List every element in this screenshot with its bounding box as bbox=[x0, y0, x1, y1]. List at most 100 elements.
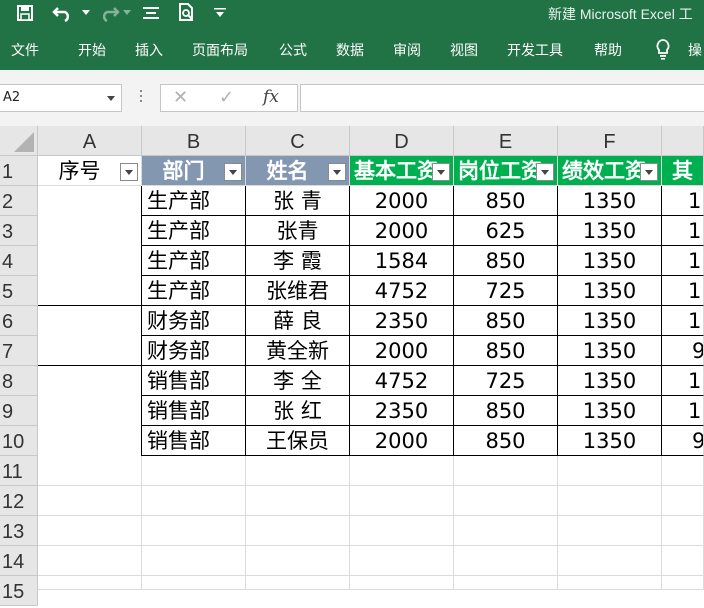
cell-b5[interactable]: 生产部 bbox=[142, 276, 246, 306]
cell-f9[interactable]: 1350 bbox=[558, 396, 662, 426]
cell-d10[interactable]: 2000 bbox=[350, 426, 454, 456]
cell-b3[interactable]: 生产部 bbox=[142, 216, 246, 246]
cell-a15[interactable] bbox=[38, 576, 142, 590]
tab-formulas[interactable]: 公式 bbox=[279, 40, 307, 60]
cell-g4[interactable]: 1 bbox=[662, 246, 704, 276]
column-header-c[interactable]: C bbox=[246, 126, 350, 156]
group-cell-a8[interactable] bbox=[38, 366, 142, 456]
formula-input[interactable] bbox=[300, 84, 704, 112]
cell-e13[interactable] bbox=[454, 516, 558, 546]
row-header-15[interactable]: 15 bbox=[0, 576, 38, 606]
cell-e14[interactable] bbox=[454, 546, 558, 576]
cell-d6[interactable]: 2350 bbox=[350, 306, 454, 336]
cell-f15[interactable] bbox=[558, 576, 662, 590]
tab-developer[interactable]: 开发工具 bbox=[507, 40, 563, 60]
column-header-f[interactable]: F bbox=[558, 126, 662, 156]
cell-d3[interactable]: 2000 bbox=[350, 216, 454, 246]
chevron-down-icon[interactable] bbox=[107, 96, 115, 101]
cell-c13[interactable] bbox=[246, 516, 350, 546]
cell-c3[interactable]: 张青 bbox=[246, 216, 350, 246]
lightbulb-icon[interactable] bbox=[654, 38, 674, 62]
cell-e6[interactable]: 850 bbox=[454, 306, 558, 336]
row-header-5[interactable]: 5 bbox=[0, 276, 38, 306]
enter-check-icon[interactable]: ✓ bbox=[219, 87, 234, 108]
cell-e8[interactable]: 725 bbox=[454, 366, 558, 396]
cell-e7[interactable]: 850 bbox=[454, 336, 558, 366]
cell-g5[interactable]: 1 bbox=[662, 276, 704, 306]
row-header-8[interactable]: 8 bbox=[0, 366, 38, 396]
row-header-11[interactable]: 11 bbox=[0, 456, 38, 486]
cell-d5[interactable]: 4752 bbox=[350, 276, 454, 306]
cell-e3[interactable]: 625 bbox=[454, 216, 558, 246]
cell-g13[interactable] bbox=[662, 516, 704, 546]
tell-me-search[interactable]: 操 bbox=[688, 40, 702, 60]
name-box[interactable]: A2 bbox=[0, 84, 122, 112]
header-cell-e1[interactable]: 岗位工资 bbox=[454, 156, 558, 186]
cell-d9[interactable]: 2350 bbox=[350, 396, 454, 426]
group-cell-a2[interactable] bbox=[38, 186, 142, 306]
tab-review[interactable]: 审阅 bbox=[393, 40, 421, 60]
insert-function-icon[interactable]: fx bbox=[263, 87, 279, 107]
filter-dropdown-icon[interactable] bbox=[432, 163, 450, 181]
undo-icon[interactable] bbox=[50, 2, 76, 24]
row-header-6[interactable]: 6 bbox=[0, 306, 38, 336]
cell-c2[interactable]: 张 青 bbox=[246, 186, 350, 216]
cell-f11[interactable] bbox=[558, 456, 662, 486]
tab-page-layout[interactable]: 页面布局 bbox=[192, 40, 248, 60]
cell-b9[interactable]: 销售部 bbox=[142, 396, 246, 426]
column-header-b[interactable]: B bbox=[142, 126, 246, 156]
header-cell-b1[interactable]: 部门 bbox=[142, 156, 246, 186]
cancel-icon[interactable]: ✕ bbox=[173, 87, 188, 108]
header-cell-d1[interactable]: 基本工资 bbox=[350, 156, 454, 186]
cell-g15[interactable] bbox=[662, 576, 704, 590]
cell-e2[interactable]: 850 bbox=[454, 186, 558, 216]
row-header-13[interactable]: 13 bbox=[0, 516, 38, 546]
cell-e4[interactable]: 850 bbox=[454, 246, 558, 276]
header-cell-g1[interactable]: 其 bbox=[662, 156, 704, 186]
cell-e5[interactable]: 725 bbox=[454, 276, 558, 306]
tab-view[interactable]: 视图 bbox=[450, 40, 478, 60]
cell-c7[interactable]: 黄全新 bbox=[246, 336, 350, 366]
group-cell-a6[interactable] bbox=[38, 306, 142, 366]
cell-b6[interactable]: 财务部 bbox=[142, 306, 246, 336]
column-header-a[interactable]: A bbox=[38, 126, 142, 156]
cell-f6[interactable]: 1350 bbox=[558, 306, 662, 336]
cell-e11[interactable] bbox=[454, 456, 558, 486]
cell-f12[interactable] bbox=[558, 486, 662, 516]
tab-data[interactable]: 数据 bbox=[336, 40, 364, 60]
cell-e10[interactable]: 850 bbox=[454, 426, 558, 456]
cell-g8[interactable]: 1 bbox=[662, 366, 704, 396]
row-header-4[interactable]: 4 bbox=[0, 246, 38, 276]
column-header-g[interactable]: G bbox=[662, 126, 704, 156]
cell-g6[interactable]: 1 bbox=[662, 306, 704, 336]
cell-f8[interactable]: 1350 bbox=[558, 366, 662, 396]
select-all-corner[interactable] bbox=[0, 126, 38, 156]
cell-f14[interactable] bbox=[558, 546, 662, 576]
filter-dropdown-icon[interactable] bbox=[328, 163, 346, 181]
row-header-14[interactable]: 14 bbox=[0, 546, 38, 576]
tab-insert[interactable]: 插入 bbox=[135, 40, 163, 60]
cell-d13[interactable] bbox=[350, 516, 454, 546]
header-cell-f1[interactable]: 绩效工资 bbox=[558, 156, 662, 186]
tab-file[interactable]: 文件 bbox=[11, 40, 39, 60]
cell-b11[interactable] bbox=[142, 456, 246, 486]
cell-d12[interactable] bbox=[350, 486, 454, 516]
cell-g9[interactable]: 1 bbox=[662, 396, 704, 426]
cell-d11[interactable] bbox=[350, 456, 454, 486]
cell-c10[interactable]: 王保员 bbox=[246, 426, 350, 456]
tab-home[interactable]: 开始 bbox=[78, 40, 106, 60]
cell-b14[interactable] bbox=[142, 546, 246, 576]
cell-f10[interactable]: 1350 bbox=[558, 426, 662, 456]
cell-d15[interactable] bbox=[350, 576, 454, 590]
cell-a12[interactable] bbox=[38, 486, 142, 516]
undo-dropdown-icon[interactable] bbox=[80, 2, 92, 24]
cell-f5[interactable]: 1350 bbox=[558, 276, 662, 306]
cell-b12[interactable] bbox=[142, 486, 246, 516]
row-header-7[interactable]: 7 bbox=[0, 336, 38, 366]
redo-icon[interactable] bbox=[96, 2, 122, 24]
header-cell-a1[interactable]: 序号 bbox=[38, 156, 142, 186]
cell-f2[interactable]: 1350 bbox=[558, 186, 662, 216]
cell-d2[interactable]: 2000 bbox=[350, 186, 454, 216]
cell-f7[interactable]: 1350 bbox=[558, 336, 662, 366]
cell-c9[interactable]: 张 红 bbox=[246, 396, 350, 426]
